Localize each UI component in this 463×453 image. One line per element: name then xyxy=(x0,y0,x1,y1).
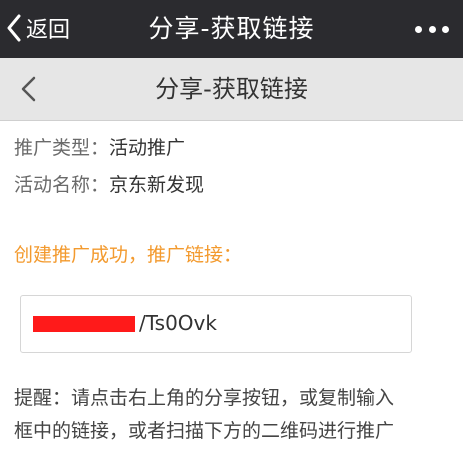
promotion-type-value: 活动推广 xyxy=(109,137,186,159)
page-title: 分享-获取链接 xyxy=(148,14,315,43)
page-header: 分享-获取链接 xyxy=(0,58,463,121)
link-value: /Ts0Ovk xyxy=(139,311,217,335)
activity-name-row: 活动名称：京东新发现 xyxy=(14,170,204,197)
success-message: 创建推广成功，推广链接： xyxy=(14,244,243,266)
top-navigation-bar: 返回 分享-获取链接 xyxy=(0,0,463,58)
tip-line-1: 提醒：请点击右上角的分享按钮，或复制输入 xyxy=(14,387,395,409)
more-dots-icon[interactable] xyxy=(415,21,449,37)
promotion-type-row: 推广类型：活动推广 xyxy=(14,133,185,160)
header-title: 分享-获取链接 xyxy=(155,75,308,103)
promotion-type-label: 推广类型： xyxy=(14,137,110,159)
promotion-link-field[interactable]: /Ts0Ovk xyxy=(20,295,412,353)
redaction-mark xyxy=(33,316,135,332)
activity-name-value: 京东新发现 xyxy=(109,174,205,196)
tip-line-2: 框中的链接，或者扫描下方的二维码进行推广 xyxy=(14,420,395,442)
activity-name-label: 活动名称： xyxy=(14,174,110,196)
tip-text: 提醒：请点击右上角的分享按钮，或复制输入 框中的链接，或者扫描下方的二维码进行推… xyxy=(14,382,454,448)
